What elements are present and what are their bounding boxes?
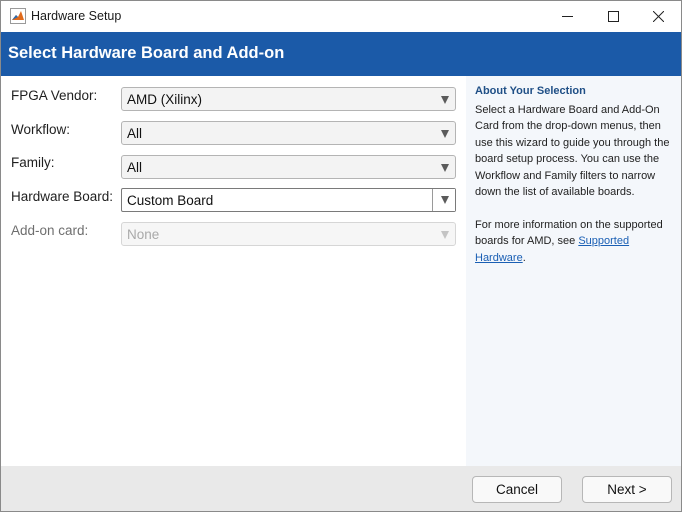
- family-value: All: [127, 160, 143, 175]
- info-title: About Your Selection: [475, 85, 586, 97]
- workflow-dropdown[interactable]: All: [121, 121, 456, 145]
- info-body: Select a Hardware Board and Add-On Card …: [475, 102, 679, 266]
- close-button[interactable]: [635, 1, 681, 32]
- family-label: Family:: [11, 155, 55, 170]
- chevron-down-icon: [441, 130, 449, 138]
- workflow-value: All: [127, 126, 143, 141]
- window-title: Hardware Setup: [31, 9, 122, 23]
- chevron-down-icon: [441, 196, 449, 204]
- chevron-down-icon: [441, 231, 449, 239]
- family-dropdown[interactable]: All: [121, 155, 456, 179]
- next-button[interactable]: Next >: [582, 476, 672, 503]
- info-more-text: For more information on the supported bo…: [475, 218, 663, 248]
- minimize-icon: [561, 16, 573, 17]
- close-icon: [652, 11, 664, 22]
- workflow-label: Workflow:: [11, 122, 71, 137]
- hardware-board-combobox[interactable]: Custom Board: [121, 188, 456, 212]
- title-bar: Hardware Setup: [1, 1, 681, 32]
- maximize-button[interactable]: [590, 1, 636, 32]
- page-title: Select Hardware Board and Add-on: [8, 44, 285, 62]
- form-panel: FPGA Vendor: AMD (Xilinx) Workflow: All …: [1, 76, 466, 466]
- cancel-button[interactable]: Cancel: [472, 476, 562, 503]
- addon-card-dropdown: None: [121, 222, 456, 246]
- matlab-icon: [10, 8, 26, 24]
- fpga-vendor-value: AMD (Xilinx): [127, 92, 203, 107]
- info-more-suffix: .: [522, 251, 526, 264]
- page-banner: Select Hardware Board and Add-on: [1, 32, 681, 76]
- chevron-down-icon: [441, 96, 449, 104]
- addon-card-label: Add-on card:: [11, 223, 89, 238]
- fpga-vendor-dropdown[interactable]: AMD (Xilinx): [121, 87, 456, 111]
- info-paragraph-more: For more information on the supported bo…: [475, 217, 679, 266]
- hardware-setup-window: Hardware Setup Select Hardware Board and…: [0, 0, 682, 512]
- fpga-vendor-label: FPGA Vendor:: [11, 88, 98, 103]
- hardware-board-label: Hardware Board:: [11, 189, 114, 204]
- footer-bar: Cancel Next >: [1, 466, 681, 511]
- chevron-down-icon: [441, 164, 449, 172]
- hardware-board-dropdown-button[interactable]: [432, 189, 455, 211]
- info-paragraph: Select a Hardware Board and Add-On Card …: [475, 104, 670, 199]
- about-selection-panel: About Your Selection Select a Hardware B…: [466, 76, 681, 466]
- minimize-button[interactable]: [544, 1, 590, 32]
- addon-card-value: None: [127, 227, 160, 242]
- hardware-board-value[interactable]: Custom Board: [127, 193, 213, 208]
- maximize-icon: [607, 11, 619, 22]
